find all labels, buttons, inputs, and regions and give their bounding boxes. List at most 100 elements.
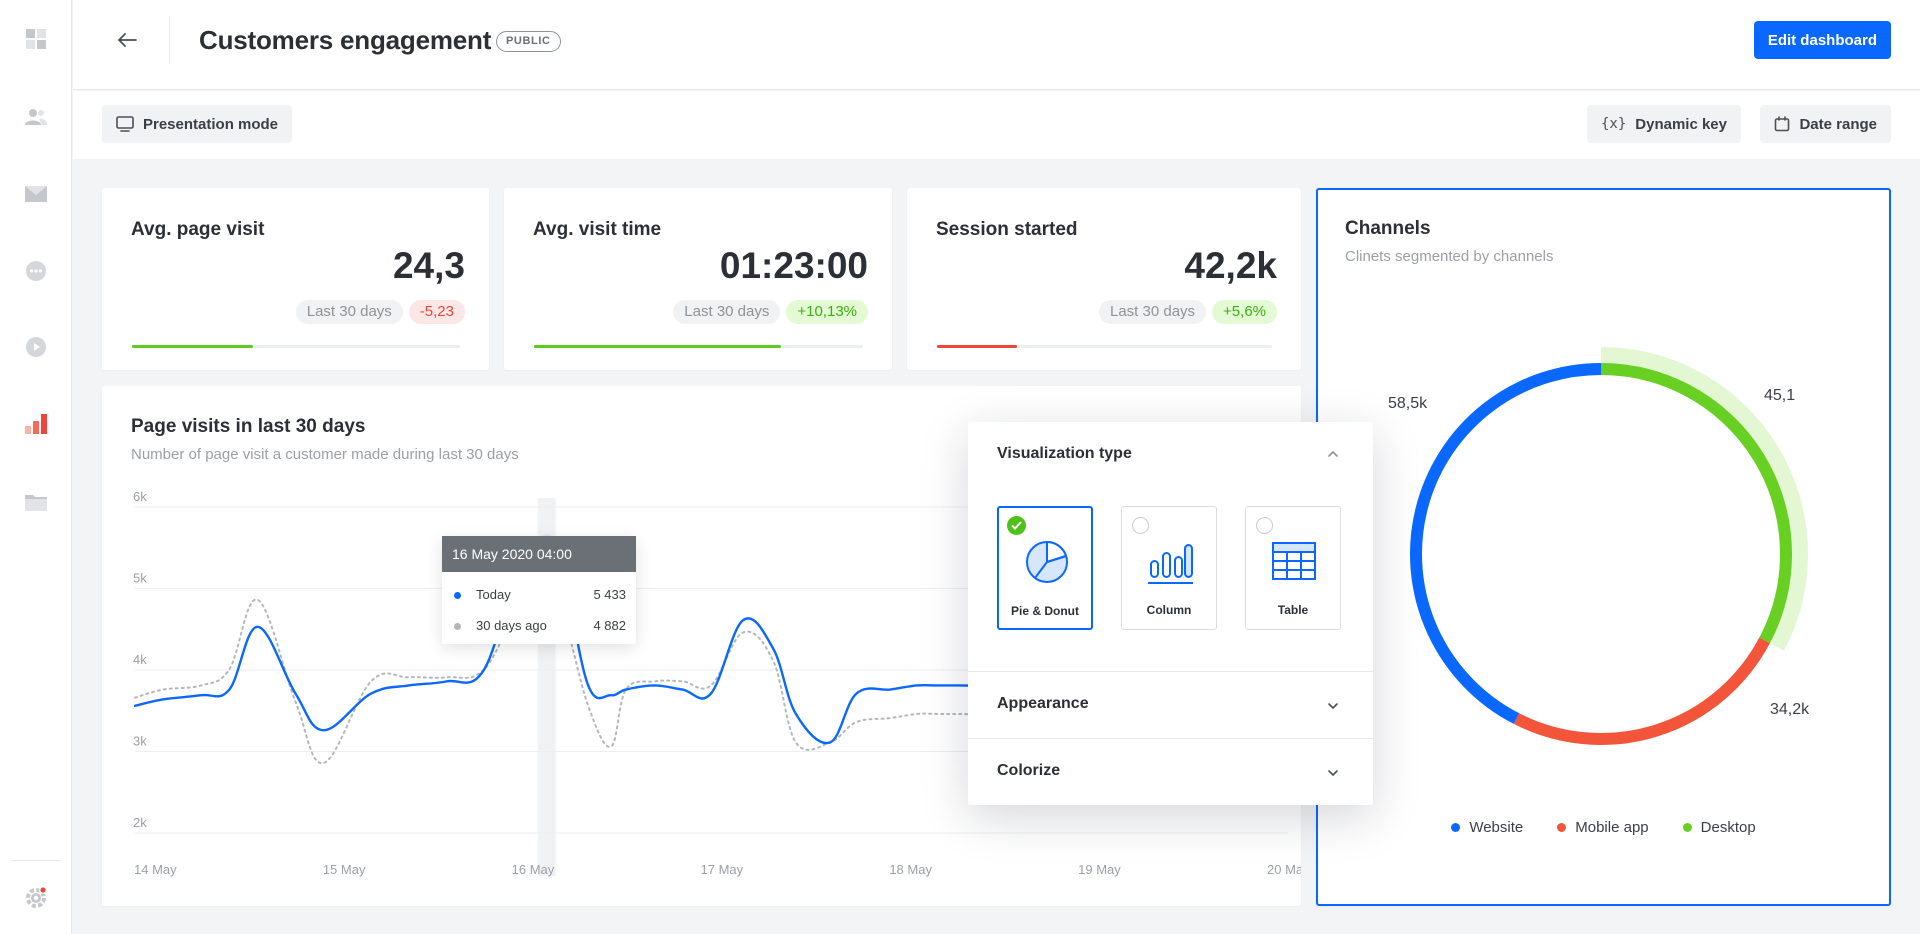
chevron-down-icon (1328, 770, 1338, 777)
slice-mobile-app (1513, 637, 1770, 745)
y-tick-label: 4k (133, 652, 147, 667)
legend-item-mobile-app[interactable]: Mobile app (1557, 819, 1649, 836)
period-badge: Last 30 days (673, 300, 781, 324)
tooltip-value: 5 433 (593, 587, 626, 602)
chevron-up-icon[interactable] (1325, 446, 1341, 462)
dynamic-key-label: Dynamic key (1635, 115, 1727, 133)
y-tick-label: 5k (133, 571, 147, 586)
x-tick-label: 20 May (1267, 862, 1301, 877)
channels-card[interactable]: Channels Clinets segmented by channels 5… (1316, 188, 1891, 906)
series-dot-30-days-ago (454, 623, 461, 630)
people-icon[interactable] (24, 105, 48, 129)
delta-badge: -5,23 (408, 300, 465, 324)
play-icon[interactable] (24, 335, 48, 359)
vis-option-label: Table (1277, 603, 1309, 617)
x-tick-label: 19 May (1078, 862, 1121, 877)
tooltip-date: 16 May 2020 04:00 (442, 536, 636, 572)
x-tick-label: 17 May (701, 862, 744, 877)
date-range-label: Date range (1799, 115, 1877, 133)
kpi-card-visit-time: Avg. visit time 01:23:00 Last 30 days +1… (504, 188, 892, 370)
vis-option-table[interactable]: Table (1245, 506, 1341, 630)
header-divider (169, 16, 170, 64)
kpi-card-sessions: Session started 42,2k Last 30 days +5,6% (907, 188, 1301, 370)
calendar-icon (1775, 116, 1790, 132)
kpi-title: Avg. page visit (131, 219, 265, 240)
presentation-mode-label: Presentation mode (143, 115, 279, 133)
sidebar-divider (12, 860, 60, 861)
x-tick-label: 14 May (134, 862, 177, 877)
legend-label: Website (1469, 819, 1524, 836)
kpi-card-page-visit: Avg. page visit 24,3 Last 30 days -5,23 (102, 188, 489, 370)
vis-option-label: Pie & Donut (1011, 604, 1079, 618)
check-icon (1007, 516, 1026, 535)
dashboard-icon[interactable] (24, 27, 48, 51)
page-title: Customers engagement (199, 25, 492, 55)
slice-desktop (1600, 363, 1792, 644)
x-tick-label: 15 May (323, 862, 366, 877)
pie-chart-icon (1026, 541, 1068, 583)
slice-data-label: 58,5k (1388, 395, 1428, 412)
appearance-label: Appearance (997, 695, 1089, 712)
vis-option-label: Column (1146, 603, 1192, 617)
legend-item-website[interactable]: Website (1451, 819, 1523, 836)
kpi-title: Avg. visit time (533, 219, 662, 240)
donut-chart[interactable]: 58,5k 34,2k 45,1 (1318, 190, 1889, 790)
vis-option-pie-donut[interactable]: Pie & Donut (997, 506, 1093, 630)
slice-website (1410, 363, 1602, 724)
progress-track (534, 345, 863, 348)
kpi-value: 01:23:00 (719, 245, 868, 286)
progress-track (937, 345, 1272, 348)
presentation-mode-button[interactable]: Presentation mode (102, 105, 293, 143)
progress-fill (937, 345, 1018, 348)
appearance-section[interactable]: Appearance (968, 671, 1373, 738)
y-tick-label: 3k (133, 734, 147, 749)
settings-icon[interactable] (24, 886, 48, 910)
analytics-icon[interactable] (24, 412, 48, 436)
header: Customers engagement PUBLIC Edit dashboa… (73, 0, 1920, 90)
back-button[interactable] (109, 24, 145, 56)
kpi-value: 42,2k (1184, 245, 1277, 286)
progress-fill (132, 345, 254, 348)
x-tick-label: 18 May (889, 862, 932, 877)
chevron-down-icon (1328, 703, 1338, 710)
series-dot-today (454, 592, 461, 599)
tooltip-label: Today (476, 587, 511, 602)
dynamic-key-button[interactable]: {x} Dynamic key (1586, 105, 1741, 143)
legend-label: Desktop (1700, 819, 1756, 836)
colorize-section[interactable]: Colorize (968, 738, 1373, 805)
tooltip-value: 4 882 (593, 618, 626, 633)
radio-button[interactable] (1256, 517, 1273, 534)
visualization-popover: Visualization type Pie & Donut Column Ta… (968, 422, 1373, 805)
public-badge: PUBLIC (496, 31, 561, 52)
slice-data-label: 34,2k (1770, 701, 1810, 718)
column-chart-icon (1148, 544, 1193, 584)
x-tick-label: 16 May (512, 862, 555, 877)
tooltip-label: 30 days ago (476, 618, 547, 633)
chat-icon[interactable] (24, 259, 48, 283)
period-badge: Last 30 days (295, 300, 403, 324)
period-badge: Last 30 days (1098, 300, 1207, 324)
colorize-label: Colorize (997, 762, 1061, 779)
mail-icon[interactable] (24, 182, 48, 206)
radio-button[interactable] (1132, 517, 1149, 534)
legend-item-desktop[interactable]: Desktop (1682, 819, 1756, 836)
delta-badge: +5,6% (1212, 300, 1277, 324)
folder-icon[interactable] (24, 490, 48, 514)
table-icon (1272, 542, 1316, 580)
sidebar (0, 0, 72, 934)
monitor-icon (116, 116, 134, 132)
legend-label: Mobile app (1575, 819, 1649, 836)
visualization-type-title: Visualization type (997, 445, 1132, 462)
progress-track (132, 345, 460, 348)
edit-dashboard-button[interactable]: Edit dashboard (1753, 21, 1891, 59)
y-tick-label: 2k (133, 815, 147, 830)
slice-data-label: 45,1 (1764, 387, 1795, 404)
delta-badge: +10,13% (786, 300, 868, 324)
tooltip-row-30-days-ago: 30 days ago 4 882 (452, 617, 626, 635)
arrow-left-icon (118, 33, 137, 47)
vis-option-column[interactable]: Column (1121, 506, 1217, 630)
chart-legend: Website Mobile app Desktop (1318, 819, 1889, 836)
date-range-button[interactable]: Date range (1760, 105, 1891, 143)
variable-icon: {x} (1600, 116, 1627, 132)
chart-tooltip: 16 May 2020 04:00 Today 5 433 30 days ag… (442, 536, 636, 644)
